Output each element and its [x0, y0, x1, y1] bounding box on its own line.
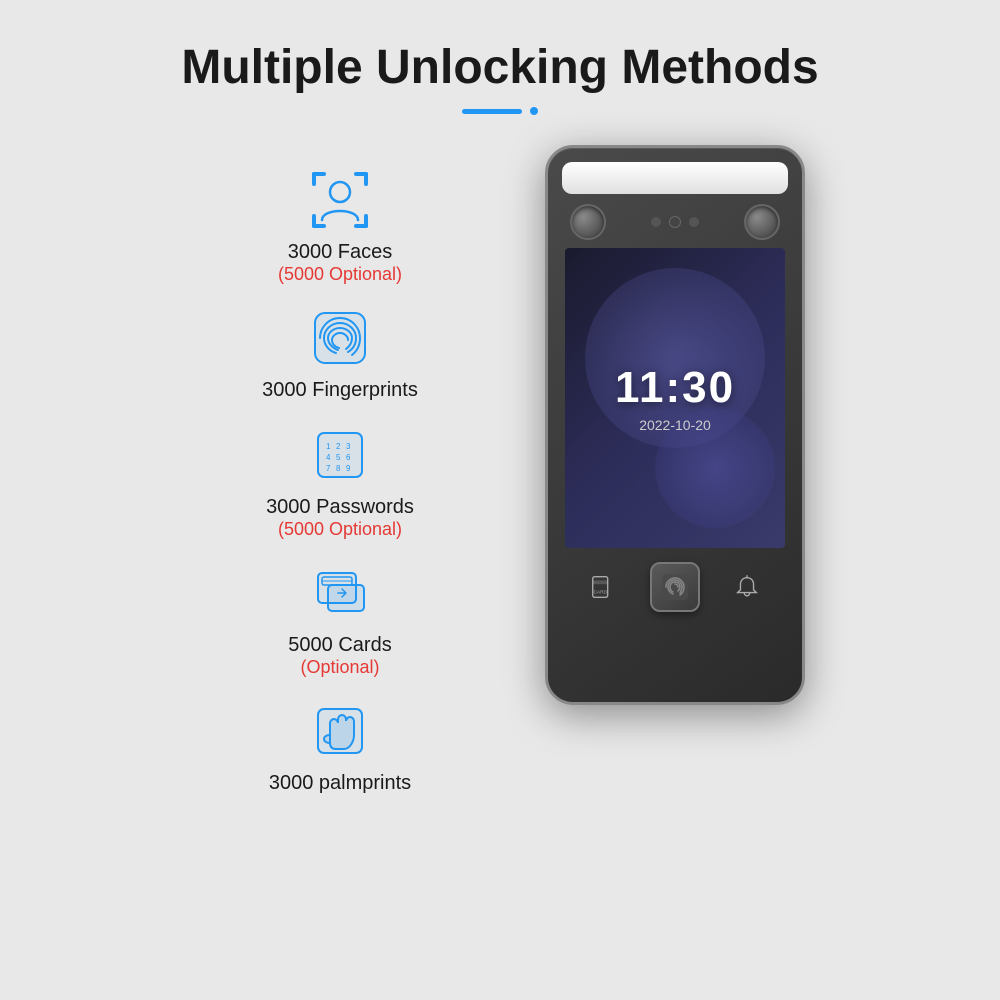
fingerprint-icon	[305, 303, 375, 373]
passwords-label: 3000 Passwords	[266, 496, 414, 519]
sensor-dot-1	[651, 217, 661, 227]
device-screen: 11:30 2022-10-20	[565, 248, 785, 548]
feature-faces: 3000 Faces (5000 Optional)	[195, 165, 485, 285]
device-cameras	[562, 204, 788, 240]
page-title: Multiple Unlocking Methods	[181, 40, 818, 95]
faces-label: 3000 Faces	[288, 241, 393, 264]
device-container: 11:30 2022-10-20 CARD	[545, 145, 805, 705]
card-icon	[305, 558, 375, 628]
svg-text:1: 1	[326, 442, 331, 451]
feature-palmprints: 3000 palmprints	[195, 696, 485, 795]
card-reader-icon: CARD	[589, 573, 617, 601]
svg-text:6: 6	[346, 453, 351, 462]
palmprints-label: 3000 palmprints	[269, 772, 411, 795]
right-camera	[744, 204, 780, 240]
passwords-optional: (5000 Optional)	[278, 519, 402, 540]
svg-text:3: 3	[346, 442, 351, 451]
screen-time: 11:30	[615, 363, 735, 413]
center-sensors	[651, 216, 699, 228]
underline-dot	[530, 107, 538, 115]
bell-icon	[733, 573, 761, 601]
features-list: 3000 Faces (5000 Optional) 300	[195, 145, 485, 795]
svg-text:CARD: CARD	[593, 590, 607, 595]
svg-text:9: 9	[346, 464, 351, 473]
access-control-device: 11:30 2022-10-20 CARD	[545, 145, 805, 705]
fingerprint-button[interactable]	[650, 562, 700, 612]
main-camera	[669, 216, 681, 228]
svg-text:4: 4	[326, 453, 331, 462]
fingerprints-label: 3000 Fingerprints	[262, 379, 418, 402]
feature-fingerprints: 3000 Fingerprints	[195, 303, 485, 402]
title-underline	[462, 107, 538, 115]
palm-icon	[305, 696, 375, 766]
svg-text:2: 2	[336, 442, 341, 451]
screen-date: 2022-10-20	[639, 417, 711, 433]
svg-text:8: 8	[336, 464, 341, 473]
cards-optional: (Optional)	[300, 657, 379, 678]
faces-optional: (5000 Optional)	[278, 264, 402, 285]
device-top-bar	[562, 162, 788, 194]
main-content: 3000 Faces (5000 Optional) 300	[0, 145, 1000, 795]
cards-label: 5000 Cards	[288, 634, 391, 657]
left-camera	[570, 204, 606, 240]
sensor-dot-2	[689, 217, 699, 227]
device-bottom-bar: CARD	[562, 562, 788, 612]
svg-text:7: 7	[326, 464, 331, 473]
svg-text:5: 5	[336, 453, 341, 462]
feature-cards: 5000 Cards (Optional)	[195, 558, 485, 678]
underline-bar	[462, 109, 522, 114]
feature-passwords: 1 2 3 4 5 6 7 8 9 3000 Passwords (5000 O…	[195, 420, 485, 540]
face-icon	[305, 165, 375, 235]
keypad-icon: 1 2 3 4 5 6 7 8 9	[305, 420, 375, 490]
